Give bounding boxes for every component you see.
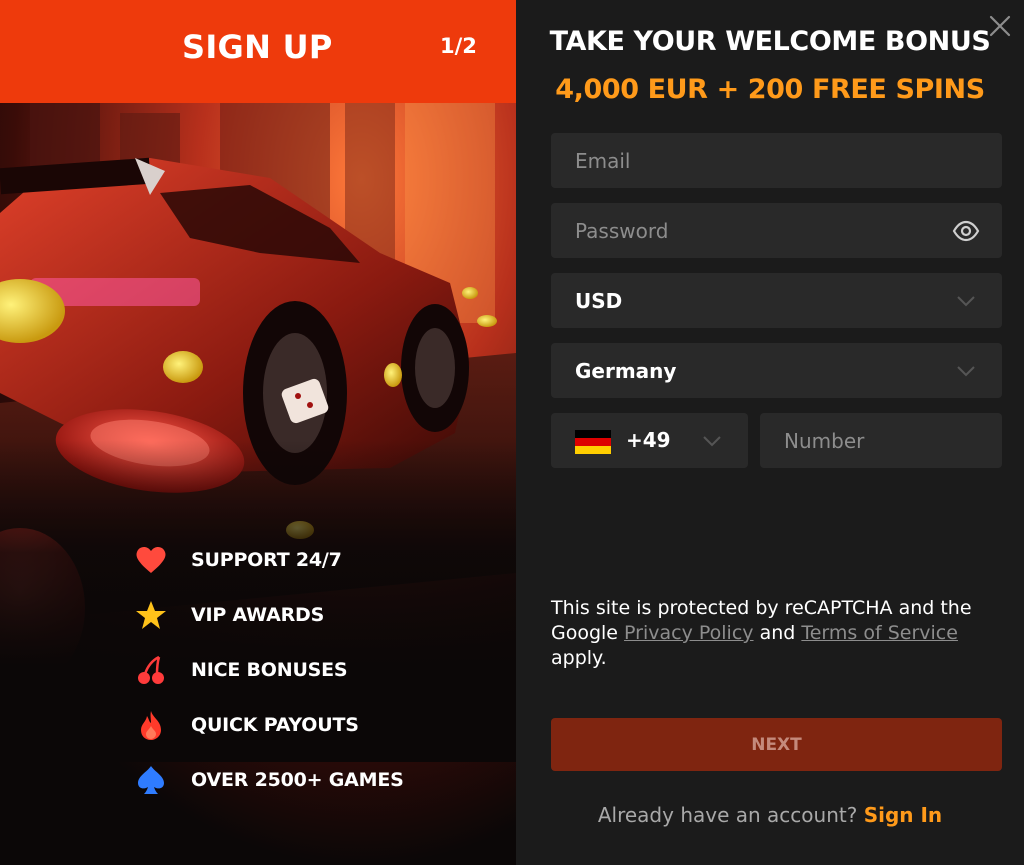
cherries-icon xyxy=(134,653,168,687)
currency-select[interactable]: USD xyxy=(551,273,1002,328)
phone-number-field[interactable]: Number xyxy=(760,413,1002,468)
currency-value: USD xyxy=(575,288,623,313)
spade-icon xyxy=(134,763,168,797)
feature-label: SUPPORT 24/7 xyxy=(191,548,342,571)
feature-item: VIP AWARDS xyxy=(134,587,404,642)
bonus-subtitle: 4,000 EUR + 200 FREE SPINS xyxy=(555,74,985,105)
feature-item: NICE BONUSES xyxy=(134,642,404,697)
privacy-policy-link[interactable]: Privacy Policy xyxy=(624,622,753,644)
feature-label: QUICK PAYOUTS xyxy=(191,713,359,736)
password-field[interactable]: Password xyxy=(551,203,1002,258)
email-field[interactable]: Email xyxy=(551,133,1002,188)
signin-question: Already have an account? xyxy=(597,803,864,827)
chevron-down-icon xyxy=(952,287,980,315)
feature-label: OVER 2500+ GAMES xyxy=(191,768,404,791)
flame-icon xyxy=(134,708,168,742)
heart-icon xyxy=(134,543,168,577)
phone-code-select[interactable]: +49 xyxy=(551,413,748,468)
eye-icon[interactable] xyxy=(952,217,980,245)
feature-item: OVER 2500+ GAMES xyxy=(134,752,404,807)
recaptcha-notice: This site is protected by reCAPTCHA and … xyxy=(551,596,991,671)
recaptcha-apply: apply. xyxy=(551,647,607,669)
signup-form-panel: TAKE YOUR WELCOME BONUS 4,000 EUR + 200 … xyxy=(516,0,1024,865)
password-placeholder: Password xyxy=(575,218,669,243)
chevron-down-icon xyxy=(952,357,980,385)
country-value: Germany xyxy=(575,358,677,383)
country-select[interactable]: Germany xyxy=(551,343,1002,398)
signin-prompt: Already have an account? Sign In xyxy=(516,803,1024,827)
feature-item: QUICK PAYOUTS xyxy=(134,697,404,752)
star-icon xyxy=(134,598,168,632)
chevron-down-icon xyxy=(698,427,726,455)
signin-link[interactable]: Sign In xyxy=(864,803,942,827)
feature-label: VIP AWARDS xyxy=(191,603,325,626)
signup-title: SIGN UP xyxy=(182,28,333,66)
feature-list: SUPPORT 24/7 VIP AWARDS NICE BONUSES QUI… xyxy=(134,532,404,807)
phone-code-value: +49 xyxy=(626,428,671,452)
email-placeholder: Email xyxy=(575,148,631,173)
next-button[interactable]: NEXT xyxy=(551,718,1002,771)
terms-of-service-link[interactable]: Terms of Service xyxy=(801,622,958,644)
feature-label: NICE BONUSES xyxy=(191,658,348,681)
feature-item: SUPPORT 24/7 xyxy=(134,532,404,587)
recaptcha-and: and xyxy=(753,622,802,644)
phone-number-placeholder: Number xyxy=(784,428,865,453)
germany-flag-icon xyxy=(575,430,611,454)
bonus-title: TAKE YOUR WELCOME BONUS xyxy=(549,26,991,57)
step-indicator: 1/2 xyxy=(440,34,477,58)
promo-panel: SIGN UP 1/2 SUPPORT 24/7 VIP AWARDS NICE… xyxy=(0,0,516,865)
signup-header: SIGN UP 1/2 xyxy=(0,0,516,103)
